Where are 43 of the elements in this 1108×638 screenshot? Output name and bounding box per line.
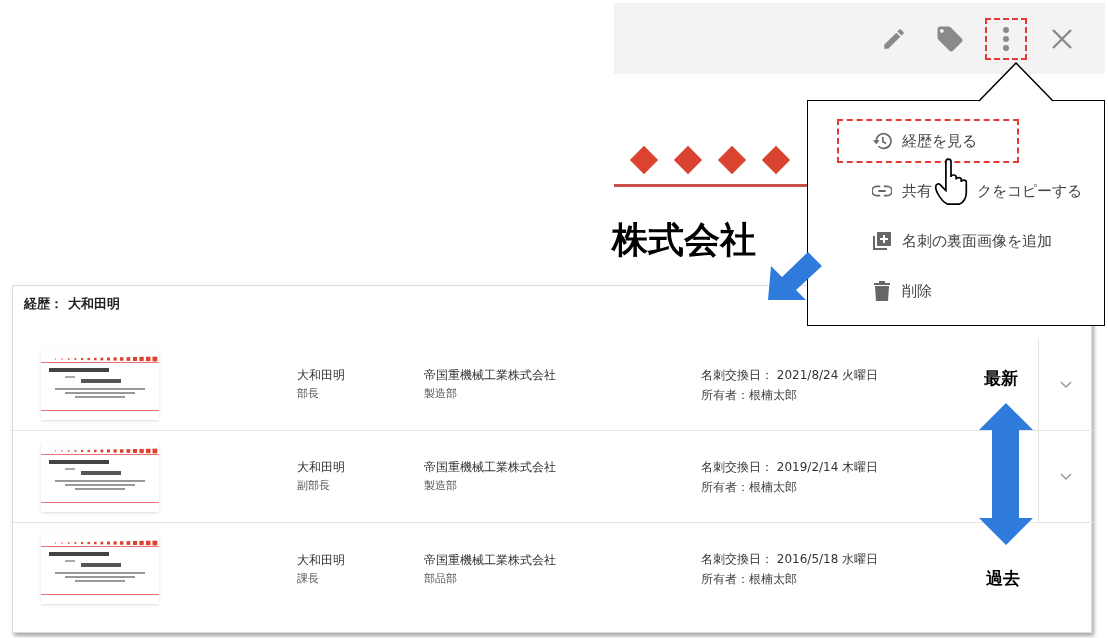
exchange-date: 名刺交換日： 2021/8/24 火曜日 [701,366,880,384]
menu-item-label: クをコピーする [977,180,1082,202]
menu-item[interactable]: 名刺の裏面画像を追加 [871,225,1104,257]
hand-cursor-icon [934,156,968,208]
job-title: 副部長 [297,478,331,495]
person-name: 大和田明 [297,367,346,385]
department: 製造部 [424,386,458,403]
add-image-icon [872,231,892,251]
person-name: 大和田明 [297,551,346,569]
department: 製造部 [424,478,458,495]
chevron-icon [1059,472,1072,481]
more-button[interactable] [985,17,1027,60]
trash-icon [874,281,890,301]
menu-item-label: 共有 [902,180,932,202]
chevron-icon [1059,380,1072,389]
close-icon [1051,27,1073,50]
link-icon [872,185,892,197]
exchange-date: 名刺交換日： 2019/2/14 木曜日 [701,458,880,476]
owner: 所有者：根楠太郎 [701,386,798,404]
company-name: 帝国重機械工業株式会社 [424,459,557,477]
person-name: 大和田明 [297,459,346,477]
company-name: 帝国重機械工業株式会社 [424,551,557,569]
company-name: 帝国重機械工業株式会社 [424,367,557,385]
department: 部品部 [424,570,458,587]
annotation-label: 過去 [986,567,1020,590]
menu-item-label: 名刺の裏面画像を追加 [902,230,1052,252]
owner: 所有者：根楠太郎 [701,571,798,588]
menu-item-label: 経歴を見る [902,130,977,152]
menu-item[interactable]: 経歴を見る [843,125,1013,157]
annotation-label: 最新 [984,367,1018,390]
card-heading: 株式会社 [612,222,756,258]
menu-item[interactable]: 共有 クをコピーする [871,175,1104,207]
history-icon [872,132,892,150]
panel-title: 経歴： 大和田明 [24,295,120,313]
owner: 所有者：根楠太郎 [701,478,798,496]
menu-item-label: 削除 [902,280,932,302]
double-arrow-icon [979,403,1033,545]
job-title: 部長 [297,386,320,403]
job-title: 課長 [297,570,320,587]
exchange-date: 名刺交換日： 2016/5/18 水曜日 [701,551,880,568]
arrow-icon [768,252,822,302]
more-icon [1002,25,1010,52]
menu-item[interactable]: 削除 [871,275,1104,307]
